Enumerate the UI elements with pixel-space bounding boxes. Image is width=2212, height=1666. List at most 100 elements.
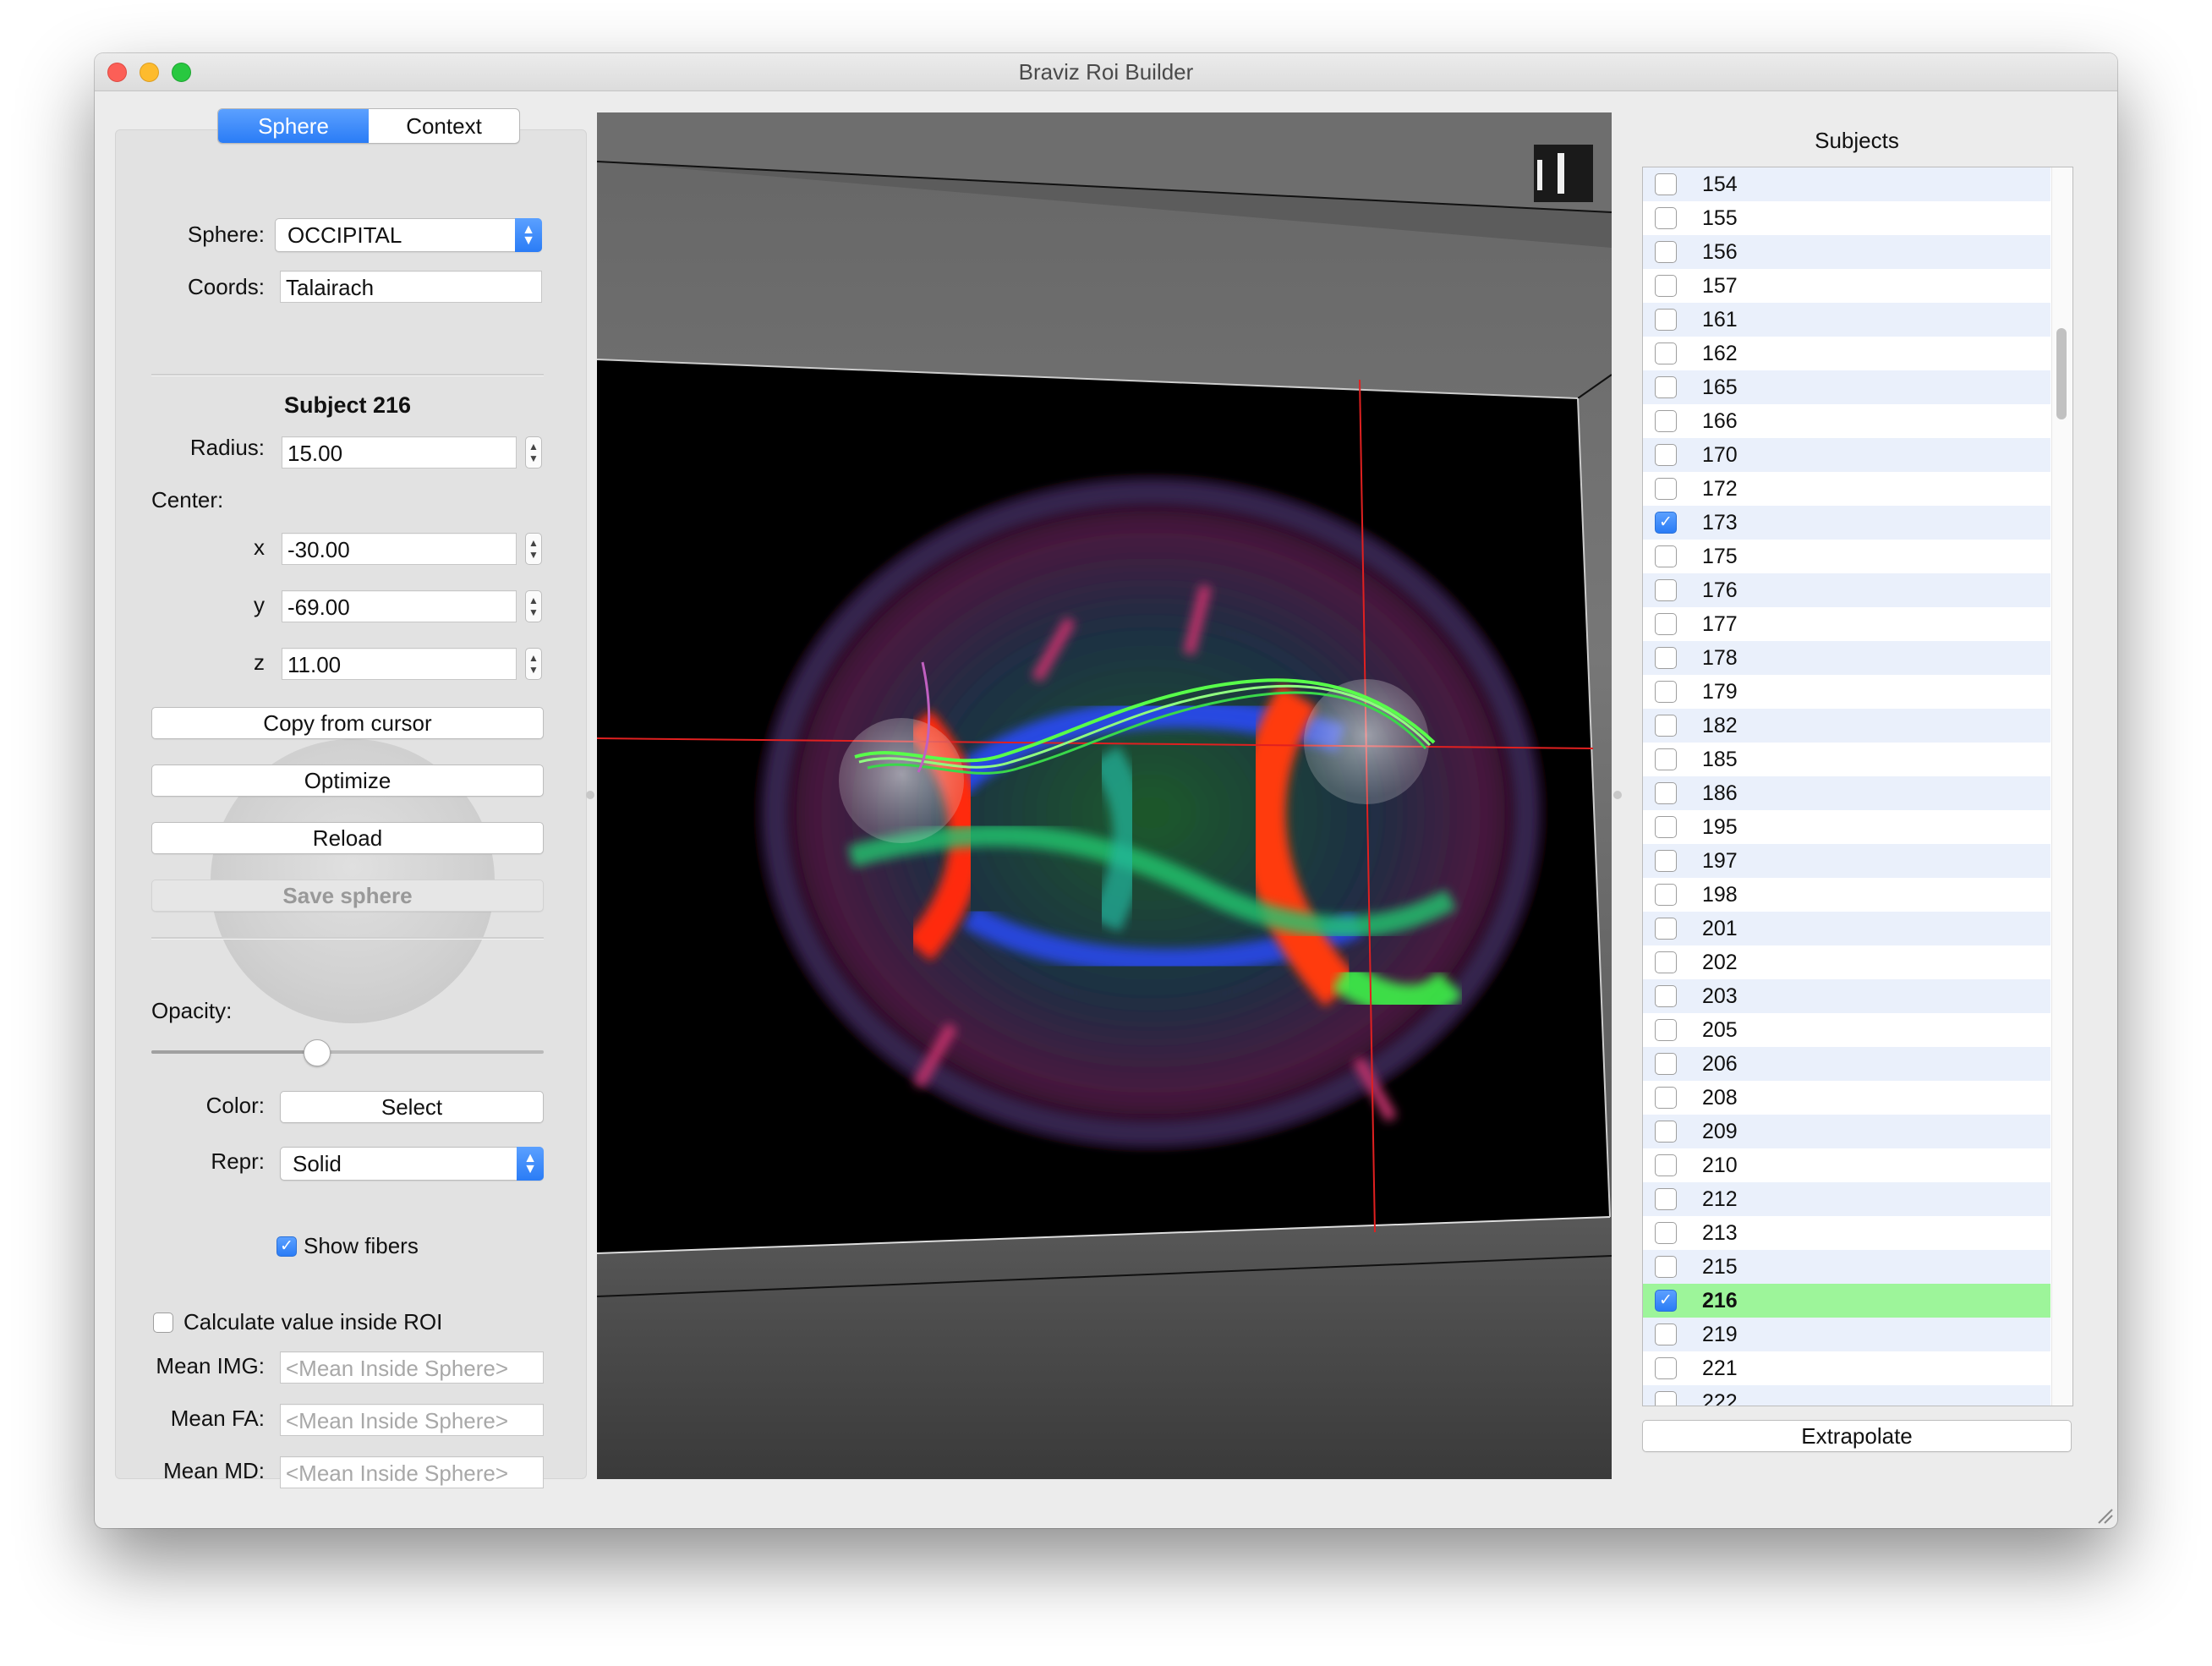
subject-row-176[interactable]: 176 [1643, 573, 2050, 607]
subject-row-179[interactable]: 179 [1643, 675, 2050, 709]
mean-img-field[interactable]: <Mean Inside Sphere> [280, 1351, 544, 1384]
extrapolate-button[interactable]: Extrapolate [1642, 1420, 2072, 1452]
subject-checkbox[interactable] [1655, 884, 1677, 906]
subject-checkbox[interactable]: ✓ [1655, 1290, 1677, 1312]
subject-row-213[interactable]: 213 [1643, 1216, 2050, 1250]
copy-from-cursor-button[interactable]: Copy from cursor [151, 707, 544, 739]
subject-checkbox[interactable] [1655, 647, 1677, 669]
subject-checkbox[interactable] [1655, 207, 1677, 229]
subject-row-205[interactable]: 205 [1643, 1013, 2050, 1047]
center-z-field[interactable]: 11.00 [282, 648, 517, 680]
opacity-slider[interactable] [151, 1050, 544, 1054]
select-color-button[interactable]: Select [280, 1091, 544, 1123]
title-bar[interactable]: Braviz Roi Builder [95, 53, 2117, 91]
subject-checkbox[interactable] [1655, 1154, 1677, 1176]
mean-fa-field[interactable]: <Mean Inside Sphere> [280, 1404, 544, 1436]
subject-checkbox[interactable] [1655, 1222, 1677, 1244]
subject-row-156[interactable]: 156 [1643, 235, 2050, 269]
center-y-stepper[interactable]: ▲ ▼ [525, 590, 542, 622]
subject-row-209[interactable]: 209 [1643, 1115, 2050, 1148]
subject-checkbox[interactable] [1655, 681, 1677, 703]
right-splitter-handle[interactable] [1613, 791, 1622, 799]
subject-checkbox[interactable] [1655, 343, 1677, 364]
subject-checkbox[interactable] [1655, 816, 1677, 838]
subject-checkbox[interactable] [1655, 715, 1677, 737]
opacity-slider-handle[interactable] [303, 1039, 331, 1066]
subject-row-154[interactable]: 154 [1643, 167, 2050, 201]
subject-row-215[interactable]: 215 [1643, 1250, 2050, 1284]
subject-checkbox[interactable] [1655, 918, 1677, 940]
subject-row-157[interactable]: 157 [1643, 269, 2050, 303]
subject-checkbox[interactable] [1655, 850, 1677, 872]
subject-checkbox[interactable] [1655, 1019, 1677, 1041]
subject-checkbox[interactable] [1655, 1121, 1677, 1143]
save-sphere-button[interactable]: Save sphere [151, 880, 544, 912]
subject-checkbox[interactable] [1655, 1188, 1677, 1210]
subject-checkbox[interactable] [1655, 410, 1677, 432]
subject-checkbox[interactable] [1655, 1357, 1677, 1379]
subject-checkbox[interactable] [1655, 241, 1677, 263]
subject-checkbox[interactable] [1655, 275, 1677, 297]
resize-grip-icon[interactable] [2095, 1506, 2114, 1525]
subjects-scrollbar-thumb[interactable] [2056, 328, 2067, 419]
subject-row-175[interactable]: 175 [1643, 540, 2050, 573]
subject-row-216[interactable]: ✓ 216 [1643, 1284, 2050, 1318]
center-x-stepper[interactable]: ▲ ▼ [525, 533, 542, 565]
subject-checkbox[interactable] [1655, 782, 1677, 804]
subject-checkbox[interactable] [1655, 1053, 1677, 1075]
subject-checkbox[interactable] [1655, 1087, 1677, 1109]
subject-row-177[interactable]: 177 [1643, 607, 2050, 641]
left-splitter-handle[interactable] [586, 791, 594, 799]
subject-checkbox[interactable]: ✓ [1655, 512, 1677, 534]
radius-field[interactable]: 15.00 [282, 436, 517, 469]
subject-checkbox[interactable] [1655, 1323, 1677, 1345]
subject-row-166[interactable]: 166 [1643, 404, 2050, 438]
subject-row-219[interactable]: 219 [1643, 1318, 2050, 1351]
subject-checkbox[interactable] [1655, 376, 1677, 398]
subject-checkbox[interactable] [1655, 444, 1677, 466]
subject-row-155[interactable]: 155 [1643, 201, 2050, 235]
subject-row-222[interactable]: 222 [1643, 1385, 2050, 1406]
subject-row-170[interactable]: 170 [1643, 438, 2050, 472]
subject-row-172[interactable]: 172 [1643, 472, 2050, 506]
subject-checkbox[interactable] [1655, 985, 1677, 1007]
subject-checkbox[interactable] [1655, 173, 1677, 195]
subject-row-165[interactable]: 165 [1643, 370, 2050, 404]
reload-button[interactable]: Reload [151, 822, 544, 854]
subject-checkbox[interactable] [1655, 309, 1677, 331]
subject-checkbox[interactable] [1655, 545, 1677, 567]
center-x-field[interactable]: -30.00 [282, 533, 517, 565]
coords-field[interactable]: Talairach [280, 271, 542, 303]
3d-render-view[interactable] [597, 112, 1612, 1479]
subject-row-212[interactable]: 212 [1643, 1182, 2050, 1216]
subject-checkbox[interactable] [1655, 1391, 1677, 1406]
repr-select[interactable]: Solid ▲ ▼ [280, 1147, 544, 1181]
subject-row-206[interactable]: 206 [1643, 1047, 2050, 1081]
subject-checkbox[interactable] [1655, 951, 1677, 973]
subject-checkbox[interactable] [1655, 478, 1677, 500]
subject-checkbox[interactable] [1655, 579, 1677, 601]
subjects-list[interactable]: 154 155 156 157 161 162 165 166 170 172 ✓ 173 175 176… [1642, 167, 2073, 1406]
mean-md-field[interactable]: <Mean Inside Sphere> [280, 1456, 544, 1488]
subjects-scrollbar[interactable] [2051, 167, 2072, 1406]
subject-row-185[interactable]: 185 [1643, 743, 2050, 776]
tab-sphere[interactable]: Sphere [218, 109, 369, 143]
subject-row-186[interactable]: 186 [1643, 776, 2050, 810]
subject-row-208[interactable]: 208 [1643, 1081, 2050, 1115]
subject-row-201[interactable]: 201 [1643, 912, 2050, 945]
center-z-stepper[interactable]: ▲ ▼ [525, 648, 542, 680]
radius-stepper[interactable]: ▲ ▼ [525, 436, 542, 469]
subject-checkbox[interactable] [1655, 613, 1677, 635]
subject-checkbox[interactable] [1655, 1256, 1677, 1278]
subject-row-182[interactable]: 182 [1643, 709, 2050, 743]
subject-row-197[interactable]: 197 [1643, 844, 2050, 878]
subject-checkbox[interactable] [1655, 748, 1677, 770]
calculate-roi-checkbox[interactable] [153, 1313, 173, 1333]
subject-row-202[interactable]: 202 [1643, 945, 2050, 979]
subject-row-162[interactable]: 162 [1643, 337, 2050, 370]
subject-row-195[interactable]: 195 [1643, 810, 2050, 844]
subject-row-221[interactable]: 221 [1643, 1351, 2050, 1385]
sphere-select[interactable]: OCCIPITAL ▲ ▼ [275, 218, 542, 252]
optimize-button[interactable]: Optimize [151, 764, 544, 797]
subject-row-210[interactable]: 210 [1643, 1148, 2050, 1182]
